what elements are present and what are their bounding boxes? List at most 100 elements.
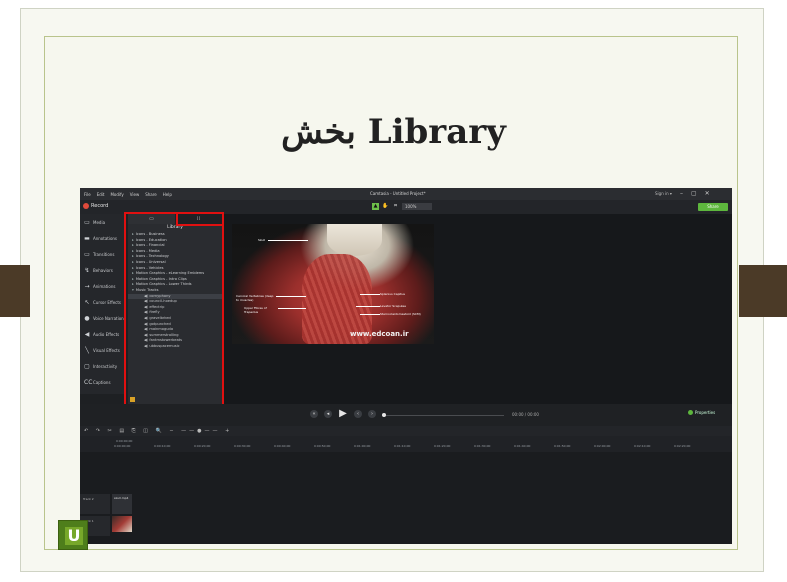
decorative-bar-right <box>739 265 787 317</box>
ruler-tick: 0:00:20;00 <box>194 444 211 448</box>
tool-interactivity[interactable]: ▢ Interactivity <box>80 358 126 374</box>
playback-controls: « ◂ ▶ ‹ › <box>310 409 376 419</box>
back-button[interactable]: U <box>58 520 88 550</box>
annotations-icon: ▬ <box>84 234 90 242</box>
ruler-tick: 0:00:00;00 <box>114 444 131 448</box>
ruler-tick: 0:02:20;00 <box>674 444 691 448</box>
menu-edit[interactable]: Edit <box>97 192 105 197</box>
tool-voice-narration[interactable]: ● Voice Narration <box>80 310 126 326</box>
ruler-tick: 0:01:10;00 <box>394 444 411 448</box>
tool-captions[interactable]: CC Captions <box>80 374 126 390</box>
scrub-bar[interactable] <box>382 415 504 416</box>
step-back-icon[interactable]: ◂ <box>324 410 332 418</box>
tool-transitions[interactable]: ▭ Transitions <box>80 246 126 262</box>
clip-label: skull.mp4 <box>114 496 129 500</box>
signin-link[interactable]: Sign in ▾ <box>655 191 672 196</box>
record-label: Record <box>91 203 109 209</box>
tool-label: Annotations <box>93 235 118 241</box>
ruler-tick: 0:02:00;00 <box>594 444 611 448</box>
ruler-tick: 0:01:30;00 <box>474 444 491 448</box>
tool-media[interactable]: ▭ Media <box>80 214 126 230</box>
timeline-toolbar[interactable]: ↶ ↷ ✂ ▤ ⎘ ◫ 🔍 − ——●—— + <box>80 426 732 436</box>
ruler-tick: 0:00:10;00 <box>154 444 171 448</box>
video-watermark: www.edcoan.ir <box>350 330 409 338</box>
menu-view[interactable]: View <box>130 192 140 197</box>
audio-icon: ◀ <box>84 330 90 338</box>
highlight-library-tab <box>176 212 224 226</box>
timeline-body[interactable] <box>80 452 732 544</box>
slide-title: بخش Library <box>281 112 506 152</box>
menu-file[interactable]: File <box>84 192 91 197</box>
leader-line <box>276 296 306 297</box>
menu-help[interactable]: Help <box>163 192 172 197</box>
playhead-time: 0:00:00;00 <box>116 439 133 443</box>
track-name: Track 2 <box>83 497 94 501</box>
record-icon <box>83 203 89 209</box>
ruler-tick: 0:00:30;00 <box>234 444 251 448</box>
ruler-tick: 0:00:40;00 <box>274 444 291 448</box>
transitions-icon: ▭ <box>84 250 90 258</box>
menu-share[interactable]: Share <box>145 192 157 197</box>
leader-line <box>356 306 380 307</box>
select-tool-icon[interactable]: ▲ <box>372 203 379 210</box>
video-label: Splenius Capitus <box>380 292 405 296</box>
properties-button[interactable]: Properties <box>688 410 715 415</box>
zoom-select[interactable]: 100% <box>402 203 432 210</box>
window-title: Camtasia - Untitled Project* <box>370 191 426 196</box>
tool-cursor-effects[interactable]: ↖ Cursor Effects <box>80 294 126 310</box>
record-button[interactable]: Record <box>83 203 108 209</box>
share-button[interactable]: Share <box>698 203 728 211</box>
prev-icon[interactable]: ‹ <box>354 410 362 418</box>
animations-icon: → <box>84 282 90 290</box>
leader-line <box>360 294 380 295</box>
hand-tool-icon[interactable]: ✋ <box>382 203 389 210</box>
video-label: Cervical Vertebrae (deep to muscles) <box>236 294 274 302</box>
decorative-bar-left <box>0 265 30 317</box>
timeline-ruler[interactable]: 0:00:00;00 0:00:10;00 0:00:20;00 0:00:30;00… <box>110 436 732 452</box>
play-icon[interactable]: ▶ <box>338 409 348 419</box>
tool-label: Captions <box>93 379 111 385</box>
tool-label: Transitions <box>93 251 115 257</box>
timeline-clip[interactable]: skull.mp4 <box>112 494 132 514</box>
next-icon[interactable]: › <box>368 410 376 418</box>
tools-sidebar: ▭ Media ▬ Annotations ▭ Transitions ↯ Behavi… <box>80 214 126 394</box>
tool-label: Voice Narration <box>93 315 124 321</box>
highlight-library-box <box>124 212 224 408</box>
tool-animations[interactable]: → Animations <box>80 278 126 294</box>
window-controls[interactable]: –▢✕ <box>680 190 718 197</box>
tool-label: Visual Effects <box>93 347 120 353</box>
ruler-tick: 0:01:50;00 <box>554 444 571 448</box>
return-arrow-icon: U <box>65 527 83 545</box>
tool-label: Audio Effects <box>93 331 120 337</box>
playback-bar: « ◂ ▶ ‹ › 00:00 / 00:00 Properties <box>80 404 732 426</box>
timeline-gutter <box>80 436 110 452</box>
ruler-tick: 0:00:50;00 <box>314 444 331 448</box>
tool-behaviors[interactable]: ↯ Behaviors <box>80 262 126 278</box>
video-label: Sternocleidomastoid (SCM) <box>380 312 421 316</box>
video-label: Upper Fibres of Trapezius <box>244 306 267 314</box>
visual-icon: ╲ <box>85 346 89 354</box>
tool-visual-effects[interactable]: ╲ Visual Effects <box>80 342 126 358</box>
canvas-tools: ▲ ✋ ⌗ 100% <box>372 203 432 210</box>
behaviors-icon: ↯ <box>84 266 90 274</box>
menu-modify[interactable]: Modify <box>110 192 123 197</box>
mic-icon: ● <box>84 314 90 322</box>
tool-annotations[interactable]: ▬ Annotations <box>80 230 126 246</box>
leader-line <box>278 308 306 309</box>
scrub-handle[interactable] <box>382 413 386 417</box>
video-label: Skull <box>258 238 266 242</box>
properties-label: Properties <box>695 410 716 415</box>
properties-icon <box>688 410 693 415</box>
track-header[interactable]: Track 2 <box>80 494 110 514</box>
skull-shape <box>327 224 382 256</box>
tool-label: Interactivity <box>93 363 118 369</box>
timecode: 00:00 / 00:00 <box>512 412 539 417</box>
tool-label: Behaviors <box>93 267 113 273</box>
ruler-tick: 0:01:40;00 <box>514 444 531 448</box>
clip-thumbnail[interactable] <box>112 516 132 532</box>
crop-tool-icon[interactable]: ⌗ <box>392 203 399 210</box>
video-frame[interactable]: Skull Splenius Capitus Cervical Vertebra… <box>232 224 434 344</box>
ruler-tick: 0:01:00;00 <box>354 444 371 448</box>
tool-audio-effects[interactable]: ◀ Audio Effects <box>80 326 126 342</box>
rewind-icon[interactable]: « <box>310 410 318 418</box>
